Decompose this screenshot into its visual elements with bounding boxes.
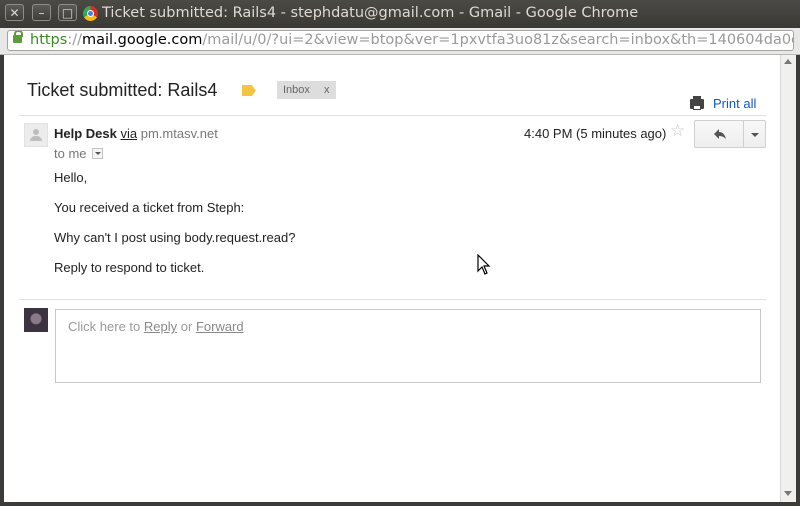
show-details-dropdown[interactable] [92,148,103,159]
label-tag-icon[interactable] [242,85,256,96]
maximize-icon: □ [61,6,74,20]
url-scheme: https [30,32,68,48]
printer-icon[interactable] [690,96,704,110]
url-separator: :// [67,32,82,48]
reply-or: or [180,319,193,334]
url-text[interactable]: https://mail.google.com/mail/u/0/?ui=2&v… [30,32,793,48]
email-subject: Ticket submitted: Rails4 [27,80,218,100]
reply-link[interactable]: Reply [144,319,177,334]
header-divider [19,115,766,116]
lock-icon [13,31,23,43]
url-path: /mail/u/0/?ui=2&view=btop&ver=1pxvtfa3uo… [202,32,793,48]
email-timestamp: 4:40 PM (5 minutes ago) [524,126,667,141]
email-page: Ticket submitted: Rails4 Inbox x Print a… [4,55,780,502]
body-line-greeting: Hello, [54,170,88,185]
sender-avatar [24,123,48,147]
window-title: Ticket submitted: Rails4 - stephdatu@gma… [102,5,639,21]
url-host: mail.google.com [81,32,203,48]
close-icon: ✕ [9,6,20,20]
reply-box[interactable]: Click here to Reply or Forward [55,309,761,383]
sender-line: Help Desk via pm.mtasv.net [54,126,218,141]
reply-divider [19,299,766,300]
reply-arrow-icon [714,129,726,139]
star-icon[interactable]: ☆ [670,121,685,141]
body-line-question: Why can't I post using body.request.read… [54,230,296,245]
more-options-button[interactable] [743,120,766,148]
vertical-scrollbar[interactable] [780,55,796,502]
inbox-label-chip[interactable]: Inbox x [277,81,336,99]
minimize-icon: – [38,6,45,20]
address-bar[interactable]: https://mail.google.com/mail/u/0/?ui=2&v… [7,30,794,51]
print-all-link[interactable]: Print all [713,96,756,111]
scroll-down-icon[interactable] [784,491,792,496]
browser-toolbar: https://mail.google.com/mail/u/0/?ui=2&v… [0,28,800,55]
minimize-window-button[interactable]: – [32,4,51,21]
body-line-intro: You received a ticket from Steph: [54,200,245,215]
reply-prefix: Click here to [68,319,141,334]
inbox-label-text: Inbox [283,84,310,96]
via-domain: pm.mtasv.net [140,126,218,141]
window-bottom-border [0,502,800,506]
remove-label-button[interactable]: x [324,81,330,99]
scroll-up-icon[interactable] [784,59,792,64]
window-titlebar: ✕ – □ Ticket submitted: Rails4 - stephda… [0,0,800,28]
user-avatar [24,308,48,332]
chrome-logo-icon [83,6,98,21]
maximize-window-button[interactable]: □ [58,4,77,21]
forward-link[interactable]: Forward [196,319,244,334]
body-line-instruction: Reply to respond to ticket. [54,260,205,275]
recipient-label: to me [54,146,87,161]
sender-name[interactable]: Help Desk [54,126,117,141]
mouse-pointer-icon [477,254,491,275]
close-window-button[interactable]: ✕ [5,4,24,21]
reply-hint: Click here to Reply or Forward [68,319,244,334]
reply-button[interactable] [694,120,744,148]
via-link[interactable]: via [121,126,138,141]
